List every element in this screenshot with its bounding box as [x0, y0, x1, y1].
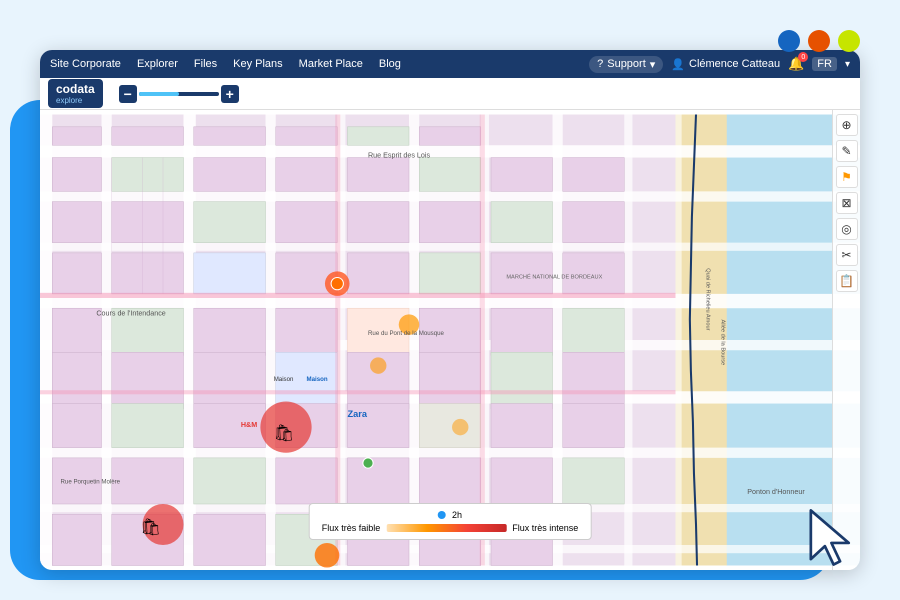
svg-text:Maison: Maison — [307, 376, 328, 383]
svg-text:Allée de la Bourse: Allée de la Bourse — [720, 320, 726, 366]
nav-right: ? Support ▾ 👤 Clémence Catteau 🔔 0 FR ▾ — [589, 56, 850, 73]
legend-time: 2h — [438, 510, 462, 520]
map-svg: Rue Esprit des Lois Cours de l'Intendanc… — [40, 110, 860, 570]
nav-files[interactable]: Files — [194, 58, 217, 70]
outer-container: Site Corporate Explorer Files Key Plans … — [20, 20, 880, 580]
svg-text:Rue Porquetin Molère: Rue Porquetin Molère — [61, 479, 121, 486]
logo: codata explore — [48, 79, 103, 108]
svg-text:🛍: 🛍 — [274, 423, 295, 442]
svg-text:Quai de Richelieu Amour: Quai de Richelieu Amour — [704, 268, 710, 330]
gradient-bar — [386, 524, 506, 532]
zoom-plus[interactable]: + — [221, 85, 239, 103]
support-label: Support — [607, 58, 646, 70]
svg-text:Zara: Zara — [348, 409, 368, 419]
map-container[interactable]: Rue Esprit des Lois Cours de l'Intendanc… — [40, 110, 860, 570]
user-icon: 👤 — [671, 58, 685, 71]
dot-blue — [778, 30, 800, 52]
svg-text:🛍: 🛍 — [140, 518, 161, 537]
rt-btn-5[interactable]: ✂ — [836, 244, 858, 266]
dot-orange — [808, 30, 830, 52]
svg-text:Rue du Pont de la Mousque: Rue du Pont de la Mousque — [368, 330, 445, 337]
rt-btn-1[interactable]: ✎ — [836, 140, 858, 162]
legend-gradient: Flux très faible Flux très intense — [322, 523, 579, 533]
svg-text:H&M: H&M — [241, 421, 257, 429]
nav-explorer[interactable]: Explorer — [137, 58, 178, 70]
zoom-slider[interactable] — [139, 92, 219, 96]
zoom-minus[interactable]: − — [119, 85, 137, 103]
support-button[interactable]: ? Support ▾ — [589, 56, 663, 73]
nav-key-plans[interactable]: Key Plans — [233, 58, 283, 70]
user-menu[interactable]: 👤 Clémence Catteau — [671, 58, 780, 71]
rt-btn-3[interactable]: ⊠ — [836, 192, 858, 214]
right-toolbar: ⊕ ✎ ⚑ ⊠ ◎ ✂ 📋 — [832, 110, 860, 570]
rt-btn-2[interactable]: ⚑ — [836, 166, 858, 188]
nav-site-corporate[interactable]: Site Corporate — [50, 58, 121, 70]
rt-btn-4[interactable]: ◎ — [836, 218, 858, 240]
flux-high-label: Flux très intense — [512, 523, 578, 533]
dot-green — [838, 30, 860, 52]
bell-icon[interactable]: 🔔 0 — [788, 56, 804, 72]
svg-text:Cours de l'Intendance: Cours de l'Intendance — [96, 309, 165, 317]
svg-text:Ponton d'Honneur: Ponton d'Honneur — [747, 488, 805, 496]
bell-badge: 0 — [798, 52, 808, 62]
legend-bar: 2h Flux très faible Flux très intense — [309, 503, 592, 540]
legend-time-dot — [438, 511, 446, 519]
zoom-slider-fill — [139, 92, 179, 96]
navbar: Site Corporate Explorer Files Key Plans … — [40, 50, 860, 78]
logo-text: codata — [56, 82, 95, 96]
map-toolbar: codata explore − + — [40, 78, 860, 110]
svg-text:Rue Esprit des Lois: Rue Esprit des Lois — [368, 152, 430, 160]
rt-btn-0[interactable]: ⊕ — [836, 114, 858, 136]
legend-time-label: 2h — [452, 510, 462, 520]
cursor-arrow — [805, 505, 860, 570]
rt-btn-6[interactable]: 📋 — [836, 270, 858, 292]
user-name: Clémence Catteau — [689, 58, 780, 70]
svg-text:Maison: Maison — [274, 376, 294, 383]
nav-market-place[interactable]: Market Place — [299, 58, 363, 70]
dots-container — [778, 30, 860, 52]
lang-chevron: ▾ — [845, 59, 850, 70]
zoom-controls: − + — [119, 85, 239, 103]
logo-sub: explore — [56, 96, 95, 105]
browser-window: Site Corporate Explorer Files Key Plans … — [40, 50, 860, 570]
flux-low-label: Flux très faible — [322, 523, 381, 533]
support-icon: ? — [597, 58, 603, 70]
support-chevron: ▾ — [650, 58, 656, 71]
svg-text:MARCHÉ NATIONAL DE BORDEAUX: MARCHÉ NATIONAL DE BORDEAUX — [506, 274, 602, 281]
nav-blog[interactable]: Blog — [379, 58, 401, 70]
lang-selector[interactable]: FR — [812, 57, 837, 71]
